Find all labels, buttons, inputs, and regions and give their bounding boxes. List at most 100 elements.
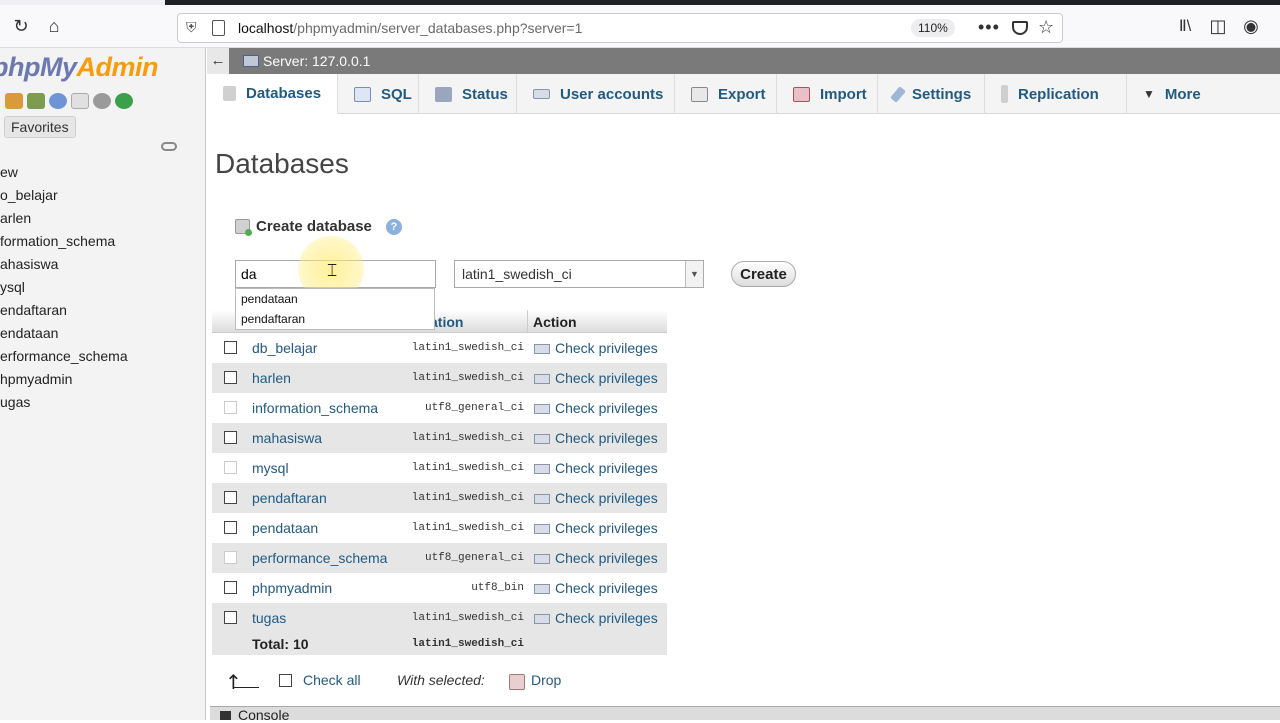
page-info-icon[interactable] [212, 20, 225, 36]
console-bar[interactable]: Console [210, 706, 1280, 723]
drop-link[interactable]: Drop [531, 672, 561, 688]
privileges-icon[interactable] [534, 464, 550, 474]
collation-cell: latin1_swedish_ci [411, 612, 524, 624]
check-privileges-link[interactable]: Check privileges [555, 340, 658, 356]
chevron-down-icon[interactable]: ▼ [685, 261, 703, 287]
privileges-icon[interactable] [534, 374, 550, 384]
tree-item[interactable]: formation_schema [0, 230, 128, 253]
check-privileges-link[interactable]: Check privileges [555, 550, 658, 566]
sidebar-toggle-icon[interactable]: ◫ [1205, 13, 1231, 39]
collapse-arrow-icon[interactable]: ← [207, 48, 229, 74]
check-privileges-link[interactable]: Check privileges [555, 460, 658, 476]
database-name-link[interactable]: mysql [252, 460, 289, 476]
tree-item[interactable]: hpmyadmin [0, 368, 128, 391]
check-privileges-link[interactable]: Check privileges [555, 610, 658, 626]
tab-databases[interactable]: Databases [207, 74, 338, 114]
header-action: Action [533, 314, 577, 330]
privileges-icon[interactable] [534, 344, 550, 354]
row-checkbox[interactable] [224, 581, 237, 594]
tab-settings[interactable]: Settings [878, 74, 985, 114]
check-all-checkbox[interactable] [279, 674, 292, 687]
collation-select[interactable]: latin1_swedish_ci ▼ [454, 260, 704, 288]
zoom-badge[interactable]: 110% [911, 19, 955, 37]
logout-icon[interactable] [27, 93, 45, 109]
row-checkbox [224, 551, 237, 564]
tab-status[interactable]: Status [419, 74, 517, 114]
help-icon[interactable]: ? [385, 218, 402, 235]
gear-icon[interactable] [93, 93, 111, 109]
tab-more[interactable]: ▼ More [1127, 74, 1214, 114]
tab-import[interactable]: Import [777, 74, 878, 114]
check-all-label[interactable]: Check all [303, 672, 361, 688]
home-icon[interactable]: ⌂ [41, 13, 67, 39]
check-privileges-link[interactable]: Check privileges [555, 400, 658, 416]
privileges-icon[interactable] [534, 404, 550, 414]
reload-icon[interactable]: ↻ [8, 13, 34, 39]
collation-cell: latin1_swedish_ci [411, 372, 524, 384]
database-name-link[interactable]: information_schema [252, 400, 378, 416]
database-name-link[interactable]: performance_schema [252, 550, 387, 566]
row-checkbox[interactable] [224, 431, 237, 444]
phpmyadmin-logo[interactable]: phpMyAdmin [0, 52, 158, 83]
database-name-link[interactable]: mahasiswa [252, 430, 322, 446]
row-checkbox[interactable] [224, 521, 237, 534]
autocomplete-option[interactable]: pendataan [236, 289, 434, 309]
tab-replication[interactable]: Replication [985, 74, 1127, 114]
tree-item[interactable]: ew [0, 161, 128, 184]
check-privileges-link[interactable]: Check privileges [555, 520, 658, 536]
bookmark-star-icon[interactable]: ☆ [1038, 17, 1054, 38]
database-name-link[interactable]: pendataan [252, 520, 318, 536]
header-collation[interactable]: ation [430, 314, 463, 330]
account-icon[interactable]: ◉ [1238, 13, 1264, 39]
pocket-icon[interactable] [1012, 21, 1028, 35]
library-icon[interactable]: Ⅱ\ [1172, 13, 1198, 39]
docs-icon[interactable] [71, 93, 89, 109]
drop-icon[interactable] [509, 674, 525, 690]
check-privileges-link[interactable]: Check privileges [555, 490, 658, 506]
database-name-link[interactable]: pendaftaran [252, 490, 327, 506]
row-checkbox[interactable] [224, 341, 237, 354]
row-checkbox[interactable] [224, 611, 237, 624]
shield-icon[interactable]: ⛨ [186, 19, 197, 36]
check-privileges-link[interactable]: Check privileges [555, 370, 658, 386]
tree-item[interactable]: ysql [0, 276, 128, 299]
tree-item[interactable]: arlen [0, 207, 128, 230]
wrench-icon [890, 85, 906, 103]
create-button[interactable]: Create [731, 261, 796, 287]
server-label[interactable]: Server: 127.0.0.1 [263, 53, 370, 69]
url-bar[interactable]: ⛨ localhost/phpmyadmin/server_databases.… [177, 13, 1063, 43]
help-icon[interactable] [49, 93, 67, 109]
privileges-icon[interactable] [534, 524, 550, 534]
refresh-icon[interactable] [115, 93, 133, 109]
privileges-icon[interactable] [534, 434, 550, 444]
tree-item[interactable]: o_belajar [0, 184, 128, 207]
check-privileges-link[interactable]: Check privileges [555, 430, 658, 446]
row-checkbox[interactable] [224, 491, 237, 504]
privileges-icon[interactable] [534, 584, 550, 594]
tab-user-accounts[interactable]: User accounts [517, 74, 675, 114]
row-checkbox[interactable] [224, 371, 237, 384]
tab-export[interactable]: Export [675, 74, 777, 114]
privileges-icon[interactable] [534, 614, 550, 624]
link-icon[interactable] [161, 142, 177, 151]
autocomplete-option[interactable]: pendaftaran [236, 309, 434, 329]
url-text[interactable]: localhost/phpmyadmin/server_databases.ph… [238, 20, 582, 36]
tree-item[interactable]: ahasiswa [0, 253, 128, 276]
check-privileges-link[interactable]: Check privileges [555, 580, 658, 596]
favorites-button[interactable]: Favorites [4, 116, 76, 138]
tree-item[interactable]: erformance_schema [0, 345, 128, 368]
tab-sql[interactable]: SQL [338, 74, 419, 114]
table-row: mysql latin1_swedish_ci Check privileges [212, 453, 667, 483]
tree-item[interactable]: ugas [0, 391, 128, 414]
table-body: db_belajar latin1_swedish_ci Check privile… [212, 333, 667, 633]
tree-item[interactable]: endaftaran [0, 299, 128, 322]
database-name-link[interactable]: db_belajar [252, 340, 317, 356]
privileges-icon[interactable] [534, 554, 550, 564]
database-name-link[interactable]: phpmyadmin [252, 580, 332, 596]
tree-item[interactable]: endataan [0, 322, 128, 345]
home-icon[interactable] [5, 93, 23, 109]
database-name-link[interactable]: harlen [252, 370, 291, 386]
privileges-icon[interactable] [534, 494, 550, 504]
page-actions-icon[interactable]: ••• [978, 17, 1000, 38]
database-name-link[interactable]: tugas [252, 610, 286, 626]
